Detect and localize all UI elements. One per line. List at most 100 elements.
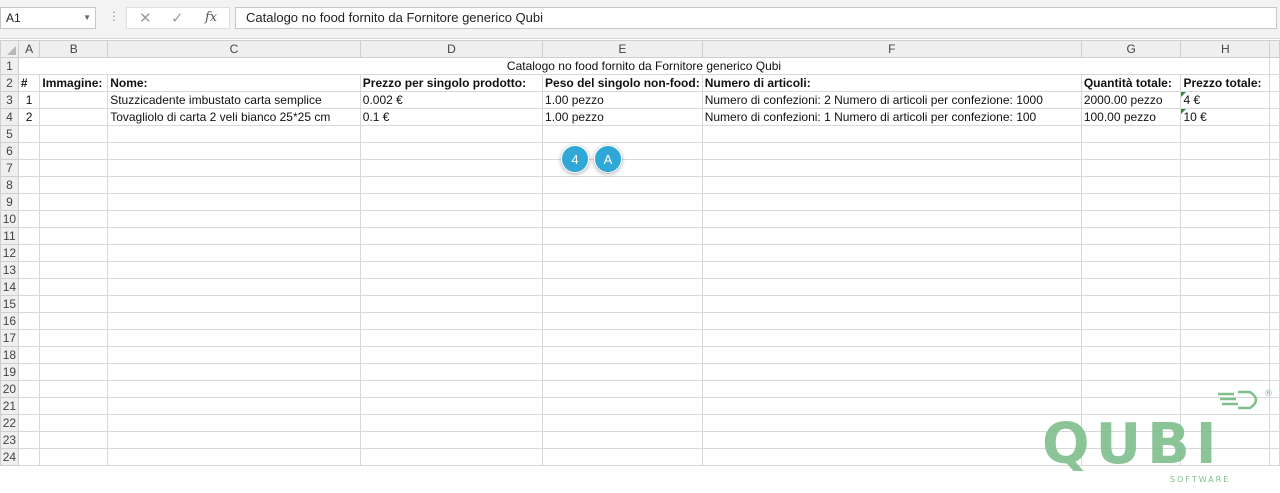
empty-cell[interactable]: [107, 261, 361, 279]
data-cell[interactable]: 0.002 €: [359, 91, 544, 109]
column-header-b[interactable]: B: [39, 40, 109, 58]
empty-cell[interactable]: [17, 414, 41, 432]
empty-cell[interactable]: [359, 125, 544, 143]
empty-cell[interactable]: [542, 431, 703, 449]
empty-cell[interactable]: [1269, 295, 1280, 313]
empty-cell[interactable]: [1180, 261, 1271, 279]
empty-cell[interactable]: [1269, 346, 1280, 364]
empty-cell[interactable]: [1269, 74, 1280, 92]
empty-cell[interactable]: [107, 210, 361, 228]
empty-cell[interactable]: [39, 329, 109, 347]
data-cell[interactable]: 1.00 pezzo: [542, 108, 703, 126]
empty-cell[interactable]: [1269, 176, 1280, 194]
empty-cell[interactable]: [17, 397, 41, 415]
empty-cell[interactable]: [107, 346, 361, 364]
empty-cell[interactable]: [1180, 295, 1271, 313]
empty-cell[interactable]: [359, 414, 544, 432]
step-badge-letter[interactable]: A: [594, 145, 622, 173]
row-header[interactable]: 6: [0, 142, 19, 160]
empty-cell[interactable]: [1180, 346, 1271, 364]
empty-cell[interactable]: [701, 431, 1082, 449]
empty-cell[interactable]: [542, 448, 703, 466]
empty-cell[interactable]: [1269, 278, 1280, 296]
empty-cell[interactable]: [1080, 142, 1182, 160]
empty-cell[interactable]: [17, 312, 41, 330]
empty-cell[interactable]: [39, 295, 109, 313]
empty-cell[interactable]: [359, 380, 544, 398]
empty-cell[interactable]: [359, 295, 544, 313]
empty-cell[interactable]: [107, 431, 361, 449]
empty-cell[interactable]: [107, 227, 361, 245]
empty-cell[interactable]: [17, 448, 41, 466]
empty-cell[interactable]: [1080, 329, 1182, 347]
data-cell[interactable]: 10 €: [1180, 108, 1271, 126]
data-cell[interactable]: Numero di confezioni: 2 Numero di artico…: [701, 91, 1082, 109]
empty-cell[interactable]: [701, 363, 1082, 381]
empty-cell[interactable]: [701, 261, 1082, 279]
data-cell[interactable]: 2: [17, 108, 41, 126]
empty-cell[interactable]: [39, 414, 109, 432]
row-header[interactable]: 7: [0, 159, 19, 177]
empty-cell[interactable]: [39, 397, 109, 415]
empty-cell[interactable]: [1269, 312, 1280, 330]
row-header[interactable]: 12: [0, 244, 19, 262]
empty-cell[interactable]: [542, 227, 703, 245]
empty-cell[interactable]: [1080, 159, 1182, 177]
empty-cell[interactable]: [359, 210, 544, 228]
data-cell[interactable]: 4 €: [1180, 91, 1271, 109]
empty-cell[interactable]: [17, 142, 41, 160]
empty-cell[interactable]: [1269, 244, 1280, 262]
empty-cell[interactable]: [1269, 193, 1280, 211]
empty-cell[interactable]: [1180, 329, 1271, 347]
empty-cell[interactable]: [359, 142, 544, 160]
row-header[interactable]: 24: [0, 448, 19, 466]
empty-cell[interactable]: [17, 329, 41, 347]
header-cell[interactable]: Peso del singolo non-food:: [542, 74, 703, 92]
empty-cell[interactable]: [701, 448, 1082, 466]
function-icon[interactable]: fx: [205, 10, 217, 25]
empty-cell[interactable]: [1080, 125, 1182, 143]
column-header-g[interactable]: G: [1080, 40, 1182, 58]
row-header[interactable]: 22: [0, 414, 19, 432]
empty-cell[interactable]: [542, 346, 703, 364]
empty-cell[interactable]: [701, 142, 1082, 160]
empty-cell[interactable]: [542, 295, 703, 313]
empty-cell[interactable]: [542, 397, 703, 415]
empty-cell[interactable]: [542, 176, 703, 194]
empty-cell[interactable]: [107, 295, 361, 313]
empty-cell[interactable]: [542, 278, 703, 296]
empty-cell[interactable]: [1180, 193, 1271, 211]
empty-cell[interactable]: [17, 295, 41, 313]
empty-cell[interactable]: [1180, 142, 1271, 160]
row-header[interactable]: 16: [0, 312, 19, 330]
empty-cell[interactable]: [107, 448, 361, 466]
empty-cell[interactable]: [1269, 57, 1280, 75]
empty-cell[interactable]: [1269, 125, 1280, 143]
empty-cell[interactable]: [701, 295, 1082, 313]
empty-cell[interactable]: [1180, 125, 1271, 143]
data-cell[interactable]: Stuzzicadente imbustato carta semplice: [107, 91, 361, 109]
empty-cell[interactable]: [17, 210, 41, 228]
empty-cell[interactable]: [542, 414, 703, 432]
empty-cell[interactable]: [39, 278, 109, 296]
empty-cell[interactable]: [1269, 142, 1280, 160]
row-header[interactable]: 18: [0, 346, 19, 364]
column-header-a[interactable]: A: [17, 40, 41, 58]
empty-cell[interactable]: [701, 329, 1082, 347]
column-header-overflow[interactable]: [1269, 40, 1280, 58]
empty-cell[interactable]: [1269, 108, 1280, 126]
empty-cell[interactable]: [17, 244, 41, 262]
empty-cell[interactable]: [39, 244, 109, 262]
empty-cell[interactable]: [1180, 363, 1271, 381]
empty-cell[interactable]: [1080, 278, 1182, 296]
row-header[interactable]: 5: [0, 125, 19, 143]
empty-cell[interactable]: [1080, 261, 1182, 279]
empty-cell[interactable]: [39, 210, 109, 228]
empty-cell[interactable]: [701, 227, 1082, 245]
empty-cell[interactable]: [107, 125, 361, 143]
empty-cell[interactable]: [39, 227, 109, 245]
empty-cell[interactable]: [701, 414, 1082, 432]
column-header-f[interactable]: F: [701, 40, 1082, 58]
empty-cell[interactable]: [107, 278, 361, 296]
empty-cell[interactable]: [17, 125, 41, 143]
